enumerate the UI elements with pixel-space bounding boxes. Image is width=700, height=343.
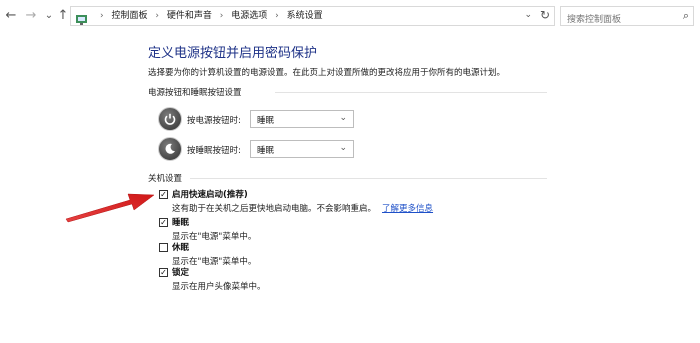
sleep-option-label[interactable]: 睡眠: [172, 216, 189, 228]
page-description: 选择要为你的计算机设置的电源设置。在此页上对设置所做的更改将应用于你所有的电源计…: [148, 68, 506, 78]
breadcrumb-power-options[interactable]: 电源选项: [231, 11, 267, 21]
power-buttons-heading: 电源按钮和睡眠按钮设置: [148, 88, 242, 98]
hibernate-option-label[interactable]: 休眠: [172, 241, 189, 253]
power-button-action-select[interactable]: 睡眠 ⌄: [250, 110, 354, 128]
chevron-down-icon: ⌄: [339, 143, 347, 153]
forward-arrow-icon[interactable]: →: [24, 9, 38, 23]
sleep-checkbox[interactable]: ✓: [159, 218, 168, 227]
page-title: 定义电源按钮并启用密码保护: [148, 46, 318, 61]
fast-startup-label[interactable]: 启用快速启动(推荐): [172, 188, 248, 200]
hibernate-checkbox[interactable]: [159, 243, 168, 252]
recent-locations-icon[interactable]: ⌄: [42, 9, 56, 23]
power-button-label: 按电源按钮时:: [187, 116, 241, 126]
fast-startup-checkbox[interactable]: ✓: [159, 190, 168, 199]
back-arrow-icon[interactable]: ←: [4, 9, 18, 23]
divider: [190, 178, 547, 179]
search-box[interactable]: ⌕: [560, 6, 694, 29]
chevron-down-icon: ⌄: [339, 113, 347, 123]
sleep-button-action-value: 睡眠: [257, 146, 275, 156]
shutdown-settings-heading: 关机设置: [148, 174, 183, 184]
power-button-icon: [158, 107, 182, 131]
address-bar[interactable]: › 控制面板 › 硬件和声音 › 电源选项 › 系统设置 ⌄ ↻: [70, 6, 555, 26]
fast-startup-description: 这有助于在关机之后更快地启动电脑。不会影响重启。 了解更多信息: [172, 204, 434, 214]
breadcrumb-control-panel[interactable]: 控制面板: [111, 11, 147, 21]
power-button-action-value: 睡眠: [257, 116, 275, 126]
sleep-button-label: 按睡眠按钮时:: [187, 146, 241, 156]
sleep-button-icon: [158, 137, 182, 161]
red-arrow-annotation: [65, 193, 155, 223]
breadcrumb-system-settings[interactable]: 系统设置: [287, 11, 323, 21]
navigation-bar: ← → ⌄ ↑ › 控制面板 › 硬件和声音 › 电源选项 › 系统设置 ⌄ ↻…: [0, 0, 700, 33]
lock-option-description: 显示在用户头像菜单中。: [172, 282, 266, 292]
divider: [275, 92, 547, 93]
sleep-button-action-select[interactable]: 睡眠 ⌄: [250, 140, 354, 158]
breadcrumb-hardware-sound[interactable]: 硬件和声音: [167, 11, 212, 21]
search-input[interactable]: [565, 11, 679, 29]
search-icon[interactable]: ⌕: [683, 9, 689, 23]
learn-more-link[interactable]: 了解更多信息: [382, 204, 433, 214]
refresh-icon[interactable]: ↻: [540, 8, 550, 22]
lock-checkbox[interactable]: ✓: [159, 268, 168, 277]
lock-option-label[interactable]: 锁定: [172, 266, 189, 278]
up-arrow-icon[interactable]: ↑: [56, 9, 70, 23]
control-panel-icon: [75, 10, 88, 29]
address-dropdown-icon[interactable]: ⌄: [524, 10, 532, 20]
breadcrumb: › 控制面板 › 硬件和声音 › 电源选项 › 系统设置: [100, 11, 323, 21]
